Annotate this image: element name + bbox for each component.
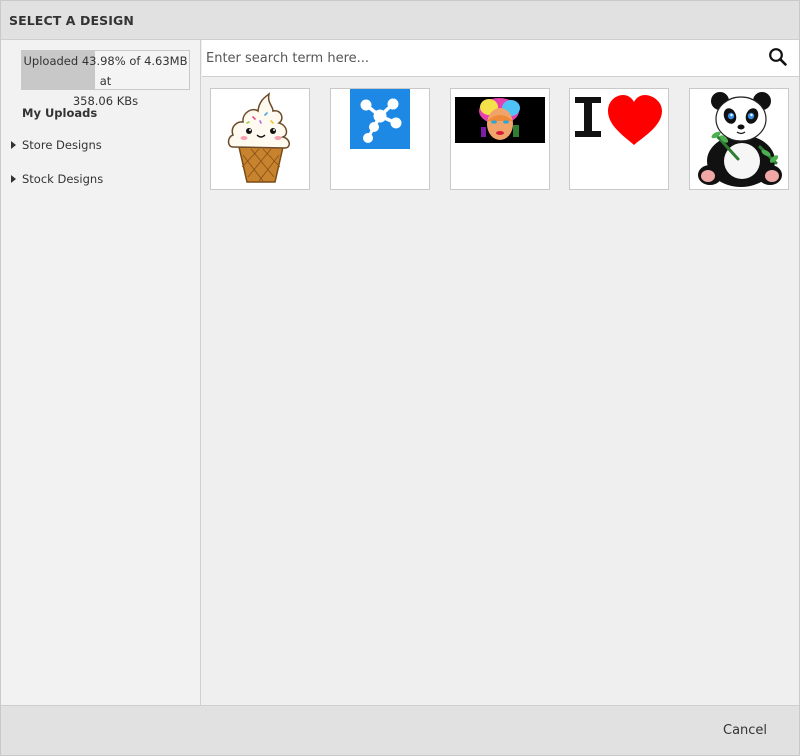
sidebar: Uploaded 43.98% of 4.63MB at 358.06 KBs … [1, 40, 201, 705]
upload-progress-line1: Uploaded 43.98% of 4.63MB at [23, 54, 188, 88]
panda-design [698, 92, 782, 187]
upload-progress: Uploaded 43.98% of 4.63MB at 358.06 KBs [21, 50, 190, 108]
cancel-button[interactable]: Cancel [723, 723, 767, 738]
blue-molecule-logo-design [350, 89, 410, 149]
dialog-titlebar: SELECT A DESIGN [1, 1, 799, 40]
design-tile-panda[interactable] [689, 88, 789, 190]
ice-cream-cone-design [227, 92, 290, 183]
search-bar [202, 40, 799, 77]
nav-stock-designs-label: Stock Designs [22, 172, 104, 186]
i-heart-design [575, 95, 662, 145]
upload-progress-text: Uploaded 43.98% of 4.63MB at 358.06 KBs [22, 51, 189, 108]
search-input[interactable] [202, 40, 762, 76]
caret-right-icon [11, 141, 16, 149]
pop-art-portrait-design [455, 97, 545, 143]
caret-right-icon [11, 175, 16, 183]
design-tile-pop-art[interactable] [450, 88, 550, 190]
select-design-dialog: SELECT A DESIGN Uploaded 43.98% of 4.63M… [0, 0, 800, 756]
search-icon[interactable] [768, 47, 788, 67]
nav-store-designs[interactable]: Store Designs [11, 136, 102, 154]
design-tile-blue-logo[interactable] [330, 88, 430, 190]
dialog-title: SELECT A DESIGN [9, 13, 134, 28]
nav-my-uploads[interactable]: My Uploads [22, 106, 97, 120]
design-gallery [202, 40, 799, 705]
dialog-footer: Cancel [1, 705, 799, 755]
nav-stock-designs[interactable]: Stock Designs [11, 170, 103, 188]
design-tile-i-heart[interactable] [569, 88, 669, 190]
nav-store-designs-label: Store Designs [22, 138, 102, 152]
design-tile-ice-cream[interactable] [210, 88, 310, 190]
